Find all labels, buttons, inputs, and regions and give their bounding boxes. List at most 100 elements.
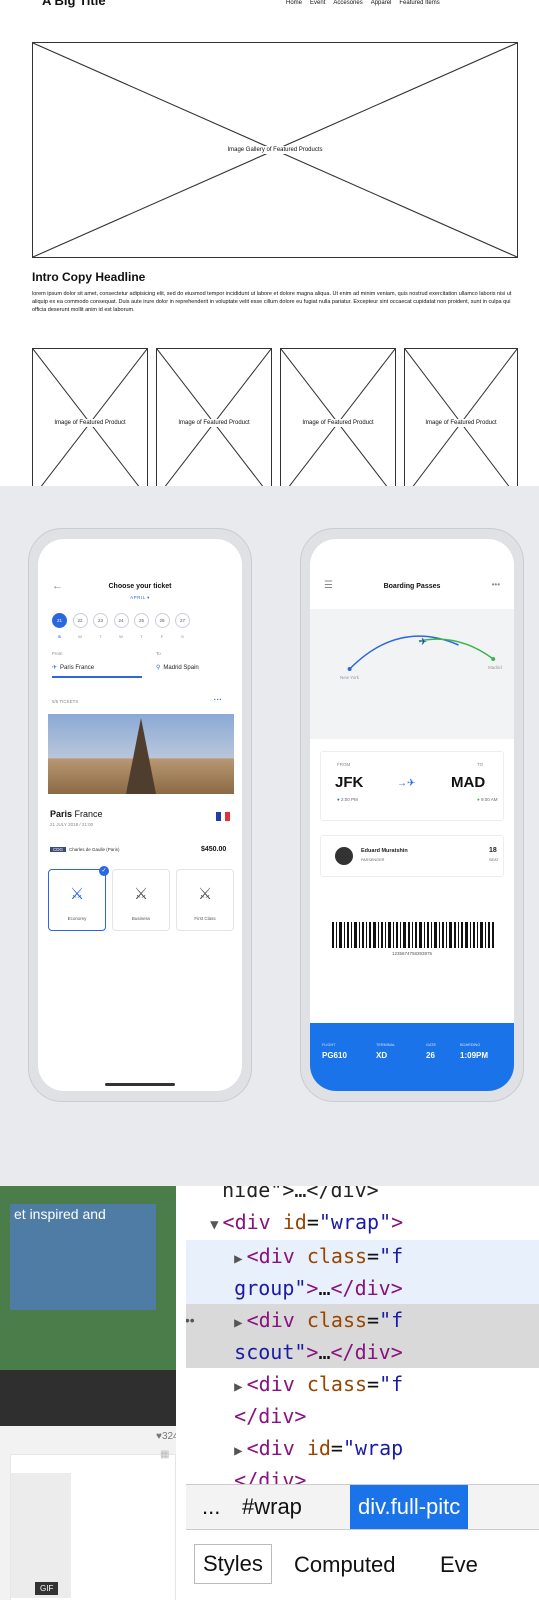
seat-icon: ⚔ xyxy=(197,886,213,903)
elements-panel: hide">…</div> ▼ <div id="wrap"> ▶ <div cla… xyxy=(186,1186,539,1600)
terminal-info: TERMINAL XD xyxy=(376,1043,396,1060)
from-code: JFK xyxy=(335,774,364,791)
wireframe-panel: A Big Title Home Event Accesories Appare… xyxy=(0,0,539,486)
class-option-business[interactable]: ⚔ Business xyxy=(112,869,170,931)
more-icon[interactable]: ••• xyxy=(492,580,500,589)
intro-headline: Intro Copy Headline xyxy=(32,270,146,284)
map-to-label: Madrid xyxy=(488,665,502,670)
to-label: TO xyxy=(477,762,484,767)
dom-node-wrap[interactable]: ▼ <div id="wrap"> xyxy=(186,1206,539,1238)
flight-route-card: FROM TO JFK MAD →✈ ● 2:00 PM ● 9:00 AM xyxy=(320,751,504,821)
product-caption: Image of Featured Product xyxy=(177,419,251,427)
screen-title: Choose your ticket xyxy=(108,583,172,590)
boarding-screen: ☰ Boarding Passes ••• ✈ New York Madrid … xyxy=(310,539,514,1091)
plane-icon: ✈ xyxy=(52,665,58,671)
seat-icon: ⚔ xyxy=(69,886,85,903)
tab-styles[interactable]: Styles xyxy=(194,1544,272,1584)
tab-computed[interactable]: Computed xyxy=(294,1552,396,1578)
more-actions-icon[interactable]: ••• xyxy=(186,1304,195,1336)
carousel-dots-icon: • • • xyxy=(214,697,222,702)
day-button[interactable]: 22 xyxy=(72,613,88,628)
nav-item-apparel[interactable]: Apparel xyxy=(371,0,392,6)
day-button[interactable]: 23 xyxy=(93,613,108,628)
dom-node[interactable]: ▶ <div class="f xyxy=(186,1240,539,1272)
home-indicator xyxy=(105,1083,175,1086)
from-city-field[interactable]: ✈ Paris France xyxy=(52,664,94,671)
dom-node-selected[interactable]: ••• ▶<div class="f xyxy=(186,1304,539,1336)
to-code: MAD xyxy=(451,774,486,791)
product-placeholder-2: Image of Featured Product xyxy=(156,348,272,486)
month-select[interactable]: APRIL ▾ xyxy=(38,595,242,601)
weekday-label: T xyxy=(140,634,143,639)
weekday-label: S xyxy=(181,634,184,639)
passenger-label: PASSENGER xyxy=(361,858,385,862)
product-caption: Image of Featured Product xyxy=(424,419,498,427)
class-name: Business xyxy=(131,916,151,921)
map-from-label: New York xyxy=(340,675,360,680)
active-field-underline xyxy=(52,676,142,678)
seat-label: SEAT xyxy=(489,858,499,862)
tab-event-listeners[interactable]: Eve xyxy=(440,1552,478,1578)
seat-icon: ⚔ xyxy=(133,886,149,903)
route-map: ✈ New York Madrid xyxy=(310,609,514,739)
passenger-name: Eduard Muratshin xyxy=(361,848,408,854)
product-caption: Image of Featured Product xyxy=(301,419,375,427)
dom-node[interactable]: ▶ <div class="f xyxy=(186,1368,539,1400)
ticket-screen: ← Choose your ticket APRIL ▾ 21 22 23 24… xyxy=(38,539,242,1091)
to-city: Madrid Spain xyxy=(163,665,199,671)
grid-view-icon[interactable]: ▦ xyxy=(160,1449,169,1460)
dom-node[interactable]: group">…</div> xyxy=(186,1272,539,1304)
page-viewport: et inspired and ▦ ♥324 GIF xyxy=(0,1186,176,1600)
weekday-label: T xyxy=(99,634,102,639)
france-flag-icon xyxy=(216,812,231,821)
flight-info-footer: FLIGHT PG610 TERMINAL XD GATE 26 BOARDING 1:… xyxy=(310,1023,514,1091)
seat-number: 18 xyxy=(489,847,497,854)
gallery-caption: Image Gallery of Featured Products xyxy=(226,146,324,154)
dom-node-selected[interactable]: scout">…</div> xyxy=(186,1336,539,1368)
airport-name: Charles de Gaulle (Paris) xyxy=(69,847,120,852)
from-time: ● 2:00 PM xyxy=(337,797,358,802)
screen-title: Boarding Passes xyxy=(383,583,441,590)
weekday-label: M xyxy=(78,634,82,639)
dom-node[interactable]: </div> xyxy=(186,1400,539,1432)
day-button[interactable]: 25 xyxy=(134,613,149,628)
destination-city: Paris xyxy=(50,809,73,819)
site-nav: Home Event Accesories Apparel Featured I… xyxy=(286,0,440,6)
breadcrumb-more[interactable]: ... xyxy=(202,1485,220,1529)
check-icon: ✓ xyxy=(99,866,109,876)
nav-item-accesories[interactable]: Accesories xyxy=(333,0,362,6)
page-card[interactable] xyxy=(10,1454,176,1600)
boarding-time-info: BOARDING 1:09PM xyxy=(460,1043,489,1060)
from-label: FROM xyxy=(337,762,351,767)
product-placeholder-1: Image of Featured Product xyxy=(32,348,148,486)
dom-node[interactable]: ▶ <div id="wrap xyxy=(186,1432,539,1464)
airport-info: CDG Charles de Gaulle (Paris) xyxy=(50,847,120,852)
day-button[interactable]: 26 xyxy=(154,613,170,628)
nav-item-home[interactable]: Home xyxy=(286,0,302,6)
like-count[interactable]: ♥324 xyxy=(156,1431,176,1442)
class-option-economy[interactable]: ✓ ⚔ Economy xyxy=(48,866,109,931)
weekday-label: S xyxy=(58,634,61,639)
breadcrumb-wrap[interactable]: #wrap xyxy=(242,1485,302,1529)
to-label: To xyxy=(156,651,161,656)
class-selector: ✓ ⚔ Economy ⚔ Business ⚔ First Class xyxy=(48,866,234,931)
to-time: ● 9:00 AM xyxy=(477,797,498,802)
nav-item-featured-items[interactable]: Featured Items xyxy=(399,0,439,6)
devtools-panel: et inspired and ▦ ♥324 GIF hide">…</div>… xyxy=(0,1186,539,1600)
day-button[interactable]: 27 xyxy=(175,613,190,628)
day-button[interactable]: 24 xyxy=(113,613,129,628)
dom-node[interactable]: hide">…</div> xyxy=(186,1186,539,1206)
image-gallery-placeholder: Image Gallery of Featured Products xyxy=(32,42,518,258)
svg-text:✈: ✈ xyxy=(419,637,427,648)
barcode-number: 1235674758393975 xyxy=(391,951,433,956)
location-pin-icon: ⚲ xyxy=(156,665,161,671)
to-city-field[interactable]: ⚲ Madrid Spain xyxy=(156,664,199,671)
day-button[interactable]: 21 xyxy=(52,613,67,628)
nav-item-event[interactable]: Event xyxy=(310,0,325,6)
plane-arrow-icon: →✈ xyxy=(397,778,416,789)
class-option-first[interactable]: ⚔ First Class xyxy=(176,869,234,931)
page-nav-bar xyxy=(0,1370,176,1426)
breadcrumb-selected[interactable]: div.full-pitc xyxy=(350,1485,469,1529)
breadcrumb: ... #wrap div.full-pitc xyxy=(186,1484,539,1530)
product-placeholder-4: Image of Featured Product xyxy=(404,348,518,486)
